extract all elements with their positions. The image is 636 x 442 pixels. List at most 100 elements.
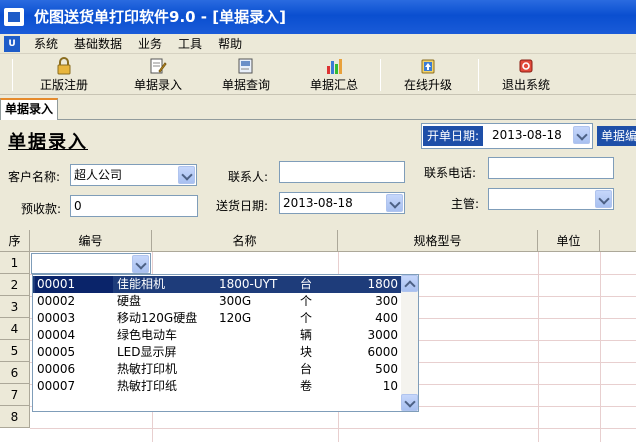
item-name: 佳能相机 [117,277,166,291]
row-number: 2 [0,274,30,296]
phone-label: 联系电话: [424,166,477,180]
menu-tools[interactable]: 工具 [176,35,204,52]
exit-system-button[interactable]: 退出系统 [496,55,556,95]
item-spec: 1800-UYT [219,277,278,291]
exit-system-button-label: 退出系统 [501,78,550,92]
toolbar-separator [478,59,479,91]
bill-form: 单据录入 开单日期: 2013-08-18 单据编号 客户名称: 超人公司 联系… [0,120,636,230]
toolbar-separator [12,59,13,91]
online-upgrade-button[interactable]: 在线升级 [398,55,458,95]
menu-system[interactable]: 系统 [32,35,60,52]
header-code[interactable]: 编号 [30,230,152,252]
prepaid-input[interactable]: 0 [70,195,198,217]
list-item[interactable]: 00006 热敏打印机 台 500 [33,361,402,378]
item-unit: 块 [300,345,313,359]
contact-label: 联系人: [228,170,269,184]
bill-query-button-label: 单据查询 [221,78,270,92]
bill-entry-button[interactable]: 单据录入 [128,55,188,95]
chevron-down-icon[interactable] [595,190,612,208]
item-unit: 个 [300,311,313,325]
item-price: 300 [375,294,398,308]
supervisor-select[interactable] [488,188,614,210]
delivery-date-label: 送货日期: [216,199,269,213]
item-code: 00005 [37,345,76,359]
item-price: 3000 [367,328,398,342]
customer-label: 客户名称: [8,170,61,184]
window-title-bar: 优图送货单打印软件9.0 - [单据录入] [0,0,636,34]
open-date-value: 2013-08-18 [492,128,562,142]
item-code: 00007 [37,379,76,393]
header-name[interactable]: 名称 [152,230,338,252]
scroll-up-icon[interactable] [401,275,418,292]
item-name: 移动120G硬盘 [117,311,198,325]
row-number: 3 [0,296,30,318]
customer-select[interactable]: 超人公司 [70,164,197,186]
list-item[interactable]: 00001 佳能相机 1800-UYT 台 1800 [33,276,402,293]
menu-bar: U 系统 基础数据 业务 工具 帮助 [0,34,636,54]
item-name: 热敏打印纸 [117,379,178,393]
search-document-icon [236,57,256,75]
open-date-label: 开单日期: [423,126,484,146]
grid-line [30,428,636,429]
row-number: 5 [0,340,30,362]
page-title: 单据录入 [8,132,88,153]
menu-basic-data[interactable]: 基础数据 [72,35,124,52]
scroll-down-icon[interactable] [401,394,418,411]
item-code: 00006 [37,362,76,376]
code-cell-editor[interactable] [31,253,151,274]
tab-bill-entry[interactable]: 单据录入 [0,98,58,120]
bar-chart-icon [324,57,344,75]
row-number: 7 [0,384,30,406]
menu-business[interactable]: 业务 [136,35,164,52]
prepaid-label: 预收款: [21,202,62,216]
row-number: 1 [0,252,30,274]
bill-summary-button[interactable]: 单据汇总 [304,55,364,95]
list-item[interactable]: 00002 硬盘 300G 个 300 [33,293,402,310]
grid-header: 序 编号 名称 规格型号 单位 [0,230,636,252]
item-unit: 台 [300,277,313,291]
bill-query-button[interactable]: 单据查询 [216,55,276,95]
list-item[interactable]: 00004 绿色电动车 辆 3000 [33,327,402,344]
item-name: 绿色电动车 [117,328,178,342]
document-edit-icon [148,57,168,75]
item-price: 1800 [367,277,398,291]
chevron-down-icon[interactable] [573,126,590,144]
item-unit: 台 [300,362,313,376]
item-unit: 个 [300,294,313,308]
bill-summary-button-label: 单据汇总 [309,78,358,92]
delivery-date-field[interactable]: 2013-08-18 [279,192,405,214]
list-item[interactable]: 00005 LED显示屏 块 6000 [33,344,402,361]
toolbar: 正版注册 单据录入 单据查询 单据汇总 在线升级 退出系统 [0,55,636,95]
list-item[interactable]: 00007 热敏打印纸 卷 10 [33,378,402,395]
header-extra [600,230,636,252]
delivery-date-value: 2013-08-18 [283,196,353,210]
chevron-down-icon[interactable] [132,255,149,273]
dropdown-scrollbar[interactable] [401,275,418,411]
item-code: 00002 [37,294,76,308]
item-spec: 120G [219,311,252,325]
item-price: 400 [375,311,398,325]
list-item[interactable]: 00003 移动120G硬盘 120G 个 400 [33,310,402,327]
menu-logo-icon[interactable]: U [4,35,20,52]
upgrade-icon [418,57,438,75]
item-price: 6000 [367,345,398,359]
lock-icon [54,57,74,75]
chevron-down-icon[interactable] [386,194,403,212]
prepaid-value: 0 [74,199,82,213]
header-spec[interactable]: 规格型号 [338,230,538,252]
menu-help[interactable]: 帮助 [216,35,244,52]
contact-input[interactable] [279,161,405,183]
register-button[interactable]: 正版注册 [36,55,92,95]
header-unit[interactable]: 单位 [538,230,600,252]
item-price: 500 [375,362,398,376]
product-dropdown-list[interactable]: 00001 佳能相机 1800-UYT 台 1800 00002 硬盘 300G… [32,274,419,412]
chevron-down-icon[interactable] [178,166,195,184]
phone-input[interactable] [488,157,614,179]
item-name: 硬盘 [117,294,142,308]
row-number: 6 [0,362,30,384]
app-icon [4,8,24,26]
tab-strip: 单据录入 [0,96,636,120]
open-date-field[interactable]: 2013-08-18 [489,125,591,147]
exit-icon [516,57,536,75]
item-code: 00004 [37,328,76,342]
